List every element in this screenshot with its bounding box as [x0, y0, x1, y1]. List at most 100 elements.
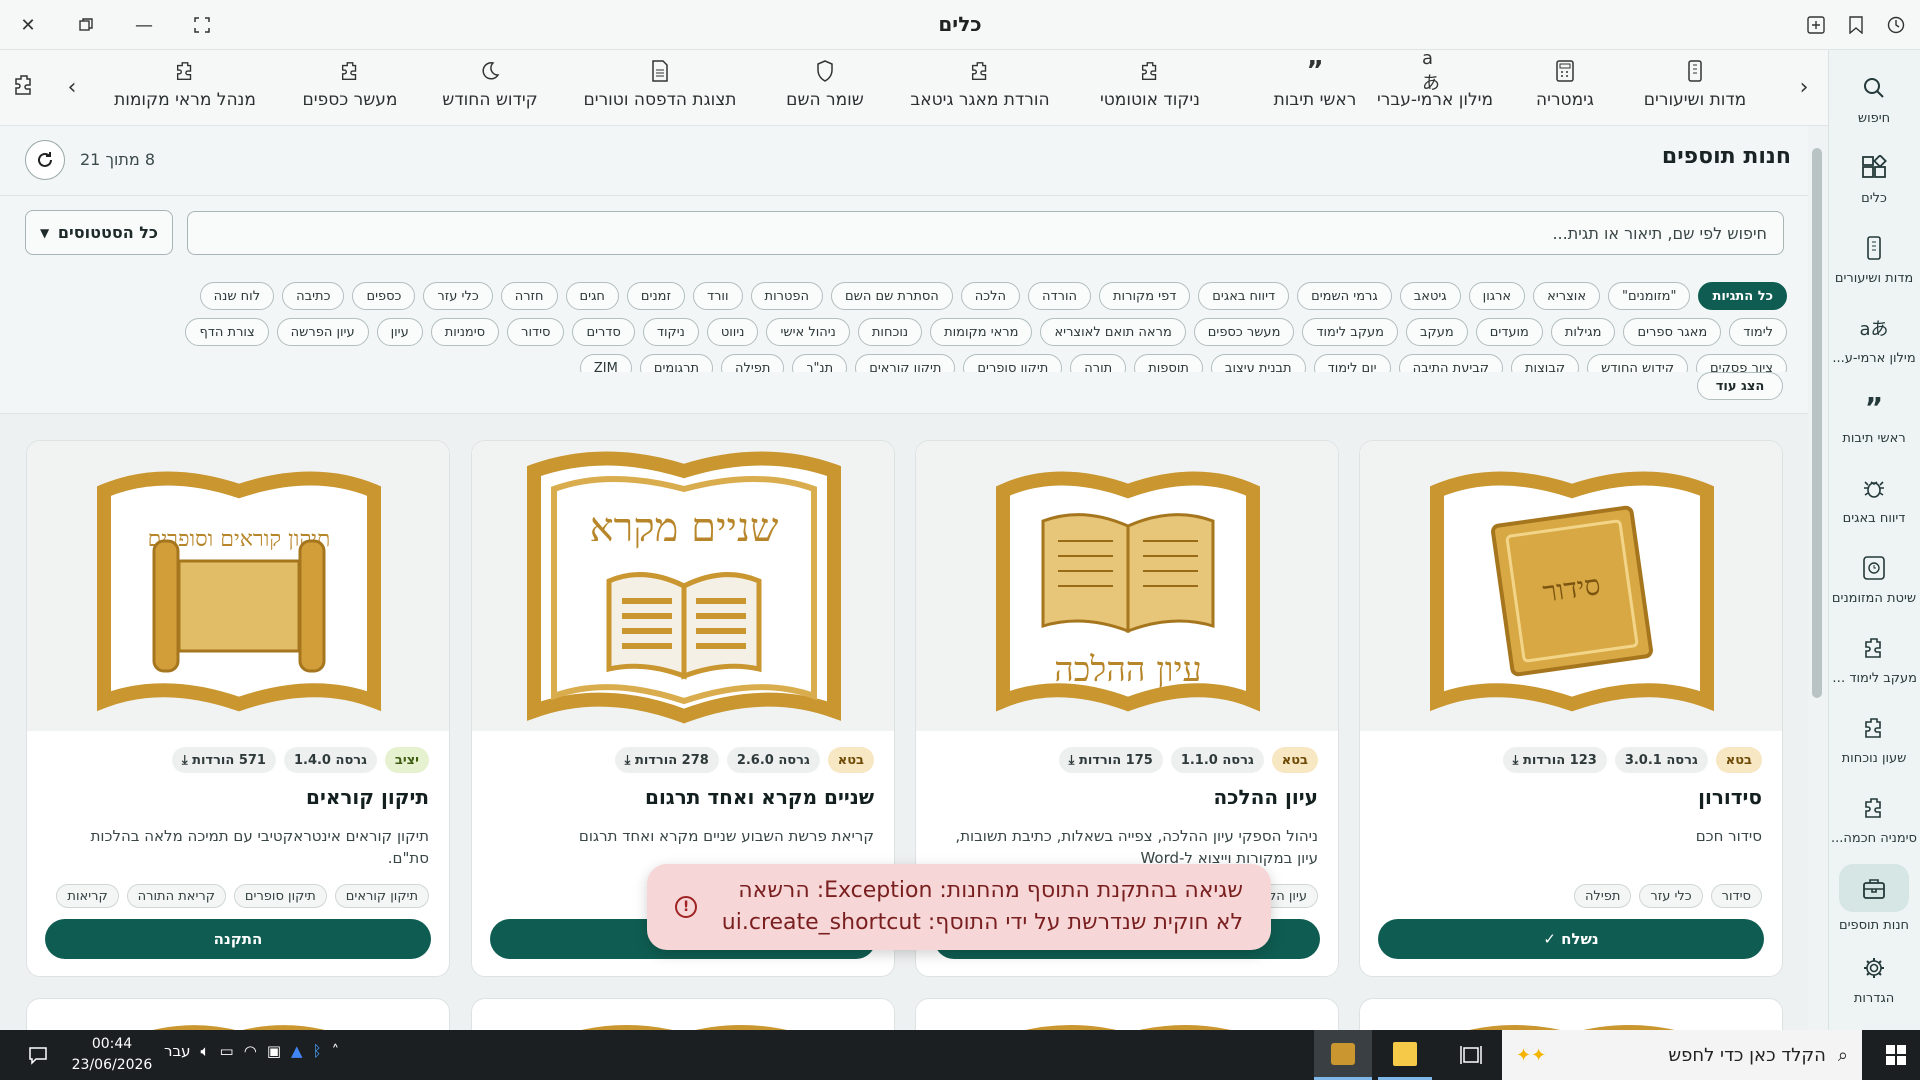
extensions-icon[interactable]	[12, 70, 36, 100]
tool-item-github-download[interactable]: הורדת מאגר גיטאב	[900, 58, 1060, 120]
filter-tag[interactable]: סימניות	[430, 318, 500, 346]
filter-tag[interactable]: תיקון קוראים	[855, 354, 956, 372]
tool-item-abbreviations[interactable]: ” ראשי תיבות	[1265, 56, 1365, 120]
filter-tag[interactable]: מעקב לימוד	[1302, 318, 1399, 346]
rail-item-attendance[interactable]: שעון נוכחות	[1828, 698, 1920, 778]
filter-tag[interactable]: קבוצות	[1511, 354, 1580, 372]
filter-tag[interactable]: הפטרות	[750, 282, 823, 310]
rail-item-addon-store[interactable]: חנות תוספים	[1828, 858, 1920, 938]
taskbar-clock[interactable]: 00:44 23/06/2026	[62, 1034, 162, 1076]
rail-item-smart-bookmark[interactable]: סימניה חכמה...	[1828, 778, 1920, 858]
tool-item-auto-nikud[interactable]: ניקוד אוטומטי	[1090, 58, 1210, 120]
addon-tag[interactable]: סידור	[1710, 884, 1762, 908]
tool-item-name-guard[interactable]: שומר השם	[770, 58, 880, 120]
bookmark-icon[interactable]	[1840, 10, 1872, 40]
scrollbar-thumb[interactable]	[1812, 148, 1822, 698]
filter-tag[interactable]: מראה תואם לאוצריא	[1040, 318, 1186, 346]
tool-item-kiddush-hachodesh[interactable]: קידוש החודש	[430, 58, 550, 120]
filter-tag[interactable]: מראי מקומות	[930, 318, 1033, 346]
filter-tag[interactable]: תפילה	[721, 354, 785, 372]
search-input[interactable]: חיפוש לפי שם, תיאור או תגית...	[187, 211, 1784, 255]
volume-icon[interactable]: 🔈︎	[201, 1042, 210, 1060]
rail-item-bug-report[interactable]: דיווח באגים	[1828, 458, 1920, 538]
history-icon[interactable]	[1880, 10, 1912, 40]
filter-tag[interactable]: צורת הדף	[185, 318, 269, 346]
chevron-up-icon[interactable]: ˄	[332, 1042, 340, 1060]
filter-tag[interactable]: חזרה	[500, 282, 558, 310]
addon-tag[interactable]: תיקון סופרים	[233, 884, 327, 908]
tool-item-gematria[interactable]: גימטריה	[1520, 58, 1610, 120]
battery-icon[interactable]: ▭	[220, 1042, 234, 1060]
filter-tag[interactable]: סידור	[507, 318, 565, 346]
filter-tag[interactable]: "מזומנים"	[1608, 282, 1691, 310]
filter-tag[interactable]: עיון	[376, 318, 423, 346]
rail-item-cash-method[interactable]: שיטת המזומנים	[1828, 538, 1920, 618]
copilot-icon[interactable]: ✦✦	[1516, 1045, 1546, 1066]
filter-tag[interactable]: תנ"ך	[792, 354, 848, 372]
tool-item-maaser[interactable]: מעשר כספים	[295, 58, 405, 120]
language-indicator[interactable]: עבר	[164, 1042, 191, 1060]
filter-tag[interactable]: ניווט	[706, 318, 759, 346]
new-tab-icon[interactable]	[1800, 10, 1832, 40]
filter-tag[interactable]: מעקב	[1406, 318, 1468, 346]
filter-tag[interactable]: דפי מקורות	[1099, 282, 1191, 310]
filter-tag[interactable]: הסתרת שם השם	[831, 282, 953, 310]
tool-item-print-preview[interactable]: תצוגת הדפסה וטורים	[570, 58, 750, 120]
install-button[interactable]: התקנה	[45, 919, 431, 959]
notifications-icon[interactable]	[18, 1030, 58, 1080]
addon-tag[interactable]: כלי עזר	[1639, 884, 1703, 908]
filter-tag[interactable]: נוכחות	[857, 318, 923, 346]
sent-button[interactable]: נשלח ✓	[1378, 919, 1764, 959]
filter-tag[interactable]: מגילות	[1550, 318, 1616, 346]
addon-tag[interactable]: תיקון קוראים	[334, 884, 429, 908]
drive-icon[interactable]: ▲	[291, 1042, 303, 1060]
filter-tag[interactable]: קידוש החודש	[1587, 354, 1689, 372]
filter-tag[interactable]: כל התגיות	[1698, 282, 1787, 310]
task-view-icon[interactable]	[1446, 1030, 1496, 1080]
rail-item-settings[interactable]: הגדרות	[1828, 938, 1920, 1018]
filter-tag[interactable]: ניקוד	[642, 318, 699, 346]
filter-tag[interactable]: אוצריא	[1533, 282, 1601, 310]
addon-tag[interactable]: תפילה	[1573, 884, 1632, 908]
filter-tag[interactable]: חגים	[565, 282, 619, 310]
rail-item-study-tracker[interactable]: מעקב לימוד מ...	[1828, 618, 1920, 698]
filter-tag[interactable]: יום לימוד	[1313, 354, 1391, 372]
filter-tag[interactable]: ארגון	[1468, 282, 1526, 310]
filter-tag[interactable]: תורה	[1070, 354, 1127, 372]
rail-item-search[interactable]: חיפוש	[1828, 58, 1920, 138]
filter-tag[interactable]: תבנית עיצוב	[1210, 354, 1306, 372]
filter-tag[interactable]: סדרים	[572, 318, 635, 346]
tool-item-measures[interactable]: מדות ושיעורים	[1620, 58, 1770, 120]
filter-tag[interactable]: מעשר כספים	[1193, 318, 1295, 346]
filter-tag[interactable]: וורד	[693, 282, 743, 310]
filter-tag[interactable]: לימוד	[1729, 318, 1787, 346]
filter-tag[interactable]: גיטאב	[1399, 282, 1461, 310]
filter-tag[interactable]: תיקון סופרים	[963, 354, 1063, 372]
filter-tag[interactable]: דיווח באגים	[1198, 282, 1290, 310]
filter-tag[interactable]: מאגר ספרים	[1623, 318, 1722, 346]
filter-tag[interactable]: כלי עזר	[423, 282, 493, 310]
windows-start-icon[interactable]	[1872, 1030, 1920, 1080]
tool-item-aramaic-dictionary[interactable]: aあ מילון ארמי-עברי	[1370, 48, 1500, 120]
filter-tag[interactable]: כתיבה	[282, 282, 345, 310]
filter-tag[interactable]: לוח שנה	[199, 282, 275, 310]
vertical-scrollbar[interactable]	[1808, 126, 1828, 1030]
addon-tag[interactable]: קריאות	[56, 884, 119, 908]
chevron-left-icon[interactable]: ‹	[60, 72, 84, 102]
filter-tag[interactable]: ציור פסקים	[1696, 354, 1787, 372]
rail-item-aramaic-dictionary[interactable]: aあ מילון ארמי-ע...	[1828, 298, 1920, 378]
rail-item-measures[interactable]: מדות ושיעורים	[1828, 218, 1920, 298]
app-taskbar-icon[interactable]	[1314, 1030, 1372, 1080]
filter-tag[interactable]: תוספות	[1134, 354, 1203, 372]
bluetooth-icon[interactable]: ᛒ	[313, 1042, 322, 1060]
status-filter-select[interactable]: ▼ כל הסטטוסים	[25, 210, 173, 255]
addon-tag[interactable]: קריאת התורה	[126, 884, 226, 908]
tool-item-references-manager[interactable]: מנהל מראי מקומות	[110, 58, 260, 120]
filter-tag[interactable]: ZIM	[579, 354, 632, 372]
filter-tag[interactable]: ניהול אישי	[766, 318, 850, 346]
show-more-button[interactable]: הצג עוד	[1697, 372, 1783, 400]
filter-tag[interactable]: תרגומים	[639, 354, 714, 372]
filter-tag[interactable]: מועדים	[1475, 318, 1543, 346]
meet-icon[interactable]: ▣	[267, 1042, 281, 1060]
refresh-button[interactable]	[25, 140, 65, 180]
